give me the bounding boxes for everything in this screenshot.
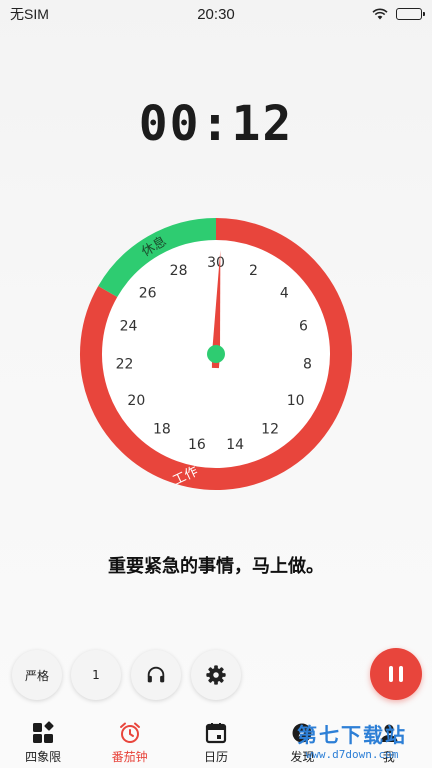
pause-button[interactable] (370, 648, 422, 700)
dial-tick-label: 14 (226, 437, 244, 453)
tab-quadrant[interactable]: 四象限 (0, 716, 86, 765)
gear-icon (206, 665, 226, 685)
strict-mode-button[interactable]: 严格 (12, 650, 62, 700)
dial-tick-label: 18 (153, 421, 171, 437)
battery-icon (396, 8, 425, 20)
tab-label: 四象限 (25, 750, 62, 764)
timer-display: 00:12 (138, 96, 294, 152)
dial-tick-label: 30 (207, 255, 225, 271)
dial-tick-label: 8 (303, 357, 312, 373)
headphones-icon (147, 666, 165, 683)
pomodoro-count-label: 1 (92, 668, 100, 682)
pomodoro-dial[interactable]: 工作休息30 246810121416182022242628 (68, 216, 364, 492)
tab-me[interactable]: 我 (346, 716, 432, 765)
tab-label: 日历 (203, 750, 228, 764)
alarm-clock-icon (119, 722, 140, 743)
dial-tick-label: 22 (116, 357, 134, 373)
user-icon (380, 724, 398, 742)
calendar-icon (205, 723, 227, 744)
quadrant-icon (33, 721, 54, 743)
tab-label: 发现 (290, 750, 315, 764)
quadrant-motto: 重要紧急的事情，马上做。 (108, 556, 324, 577)
status-bar: 无SIM 20:30 (0, 0, 432, 28)
dial-tick-label: 12 (261, 421, 279, 437)
dial-tick-label: 16 (188, 437, 206, 453)
dial-hub (207, 345, 225, 363)
strict-mode-label: 严格 (24, 668, 49, 683)
settings-button[interactable] (191, 650, 241, 700)
dial-tick-label: 20 (127, 393, 145, 409)
dial-tick-label: 6 (299, 319, 308, 335)
tab-discover[interactable]: 发现 (259, 716, 345, 765)
dial-tick-label: 28 (170, 263, 188, 279)
compass-icon (292, 723, 312, 743)
bottom-tab-bar: 四象限 番茄钟 日历 发现 我 (0, 716, 432, 768)
tab-label: 番茄钟 (111, 750, 148, 764)
status-time: 20:30 (197, 5, 235, 23)
dial-tick-label: 26 (139, 285, 157, 301)
dial-tick-label: 4 (280, 285, 289, 301)
tab-calendar[interactable]: 日历 (173, 716, 259, 765)
dial-tick-label: 2 (249, 263, 258, 279)
dial-tick-label: 10 (287, 393, 305, 409)
pomodoro-count-button[interactable]: 1 (71, 650, 121, 700)
tab-label: 我 (382, 750, 395, 764)
pause-icon (386, 666, 406, 682)
tab-pomodoro[interactable]: 番茄钟 (87, 716, 173, 765)
dial-tick-label: 24 (120, 319, 138, 335)
sound-button[interactable] (131, 650, 181, 700)
